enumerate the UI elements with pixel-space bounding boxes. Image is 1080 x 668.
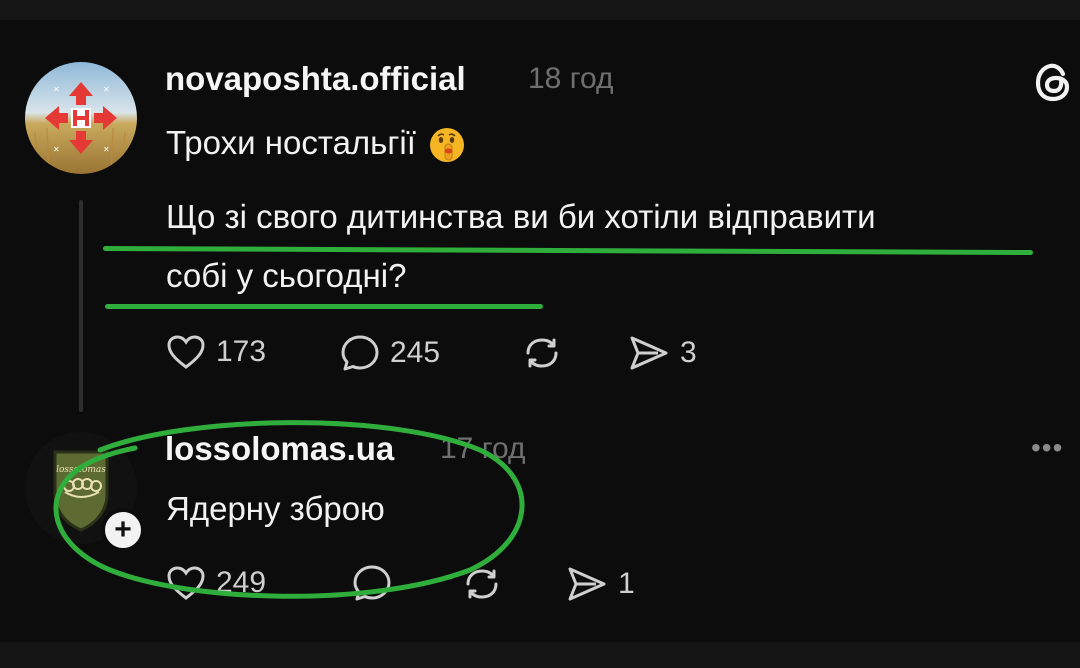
more-options-icon[interactable]: •••: [1031, 432, 1063, 464]
shushing-face-emoji-icon: [429, 128, 464, 163]
highlight-ellipse: [53, 420, 525, 599]
comment-count: 245: [390, 336, 441, 369]
post-text: Трохи ностальгії: [166, 124, 466, 164]
svg-text:✕: ✕: [103, 145, 110, 154]
post-question-line: Що зі свого дитинства ви би хотіли відпр…: [166, 198, 876, 235]
share-button[interactable]: 1: [566, 565, 635, 603]
post-timestamp: 18 год: [528, 62, 614, 95]
like-count: 173: [216, 335, 267, 368]
comment-button[interactable]: 245: [340, 334, 440, 372]
post-text-line: Трохи ностальгії: [166, 124, 416, 161]
bottom-strip: [0, 642, 1080, 668]
send-icon: [568, 567, 606, 601]
svg-text:✕: ✕: [53, 145, 60, 154]
repost-icon: [526, 338, 558, 368]
share-count: 1: [618, 567, 635, 600]
repost-button[interactable]: [520, 333, 564, 373]
comment-bubble-icon: [341, 335, 379, 371]
top-strip: [0, 0, 1080, 20]
threads-logo-icon[interactable]: [1032, 60, 1076, 104]
share-count: 3: [680, 336, 697, 369]
highlight-underline: [105, 304, 543, 309]
svg-text:✕: ✕: [53, 85, 60, 94]
post-question-line: собі у сьогодні?: [166, 257, 407, 294]
send-icon: [630, 336, 668, 370]
svg-text:✕: ✕: [103, 85, 110, 94]
share-button[interactable]: 3: [628, 334, 697, 372]
post-username[interactable]: novaposhta.official: [165, 60, 466, 98]
thread-connector-line: [79, 200, 83, 412]
like-button[interactable]: 173: [166, 334, 266, 370]
highlight-underline: [102, 246, 1034, 256]
avatar[interactable]: ✕ ✕ ✕ ✕: [25, 62, 137, 174]
heart-icon: [167, 335, 205, 369]
